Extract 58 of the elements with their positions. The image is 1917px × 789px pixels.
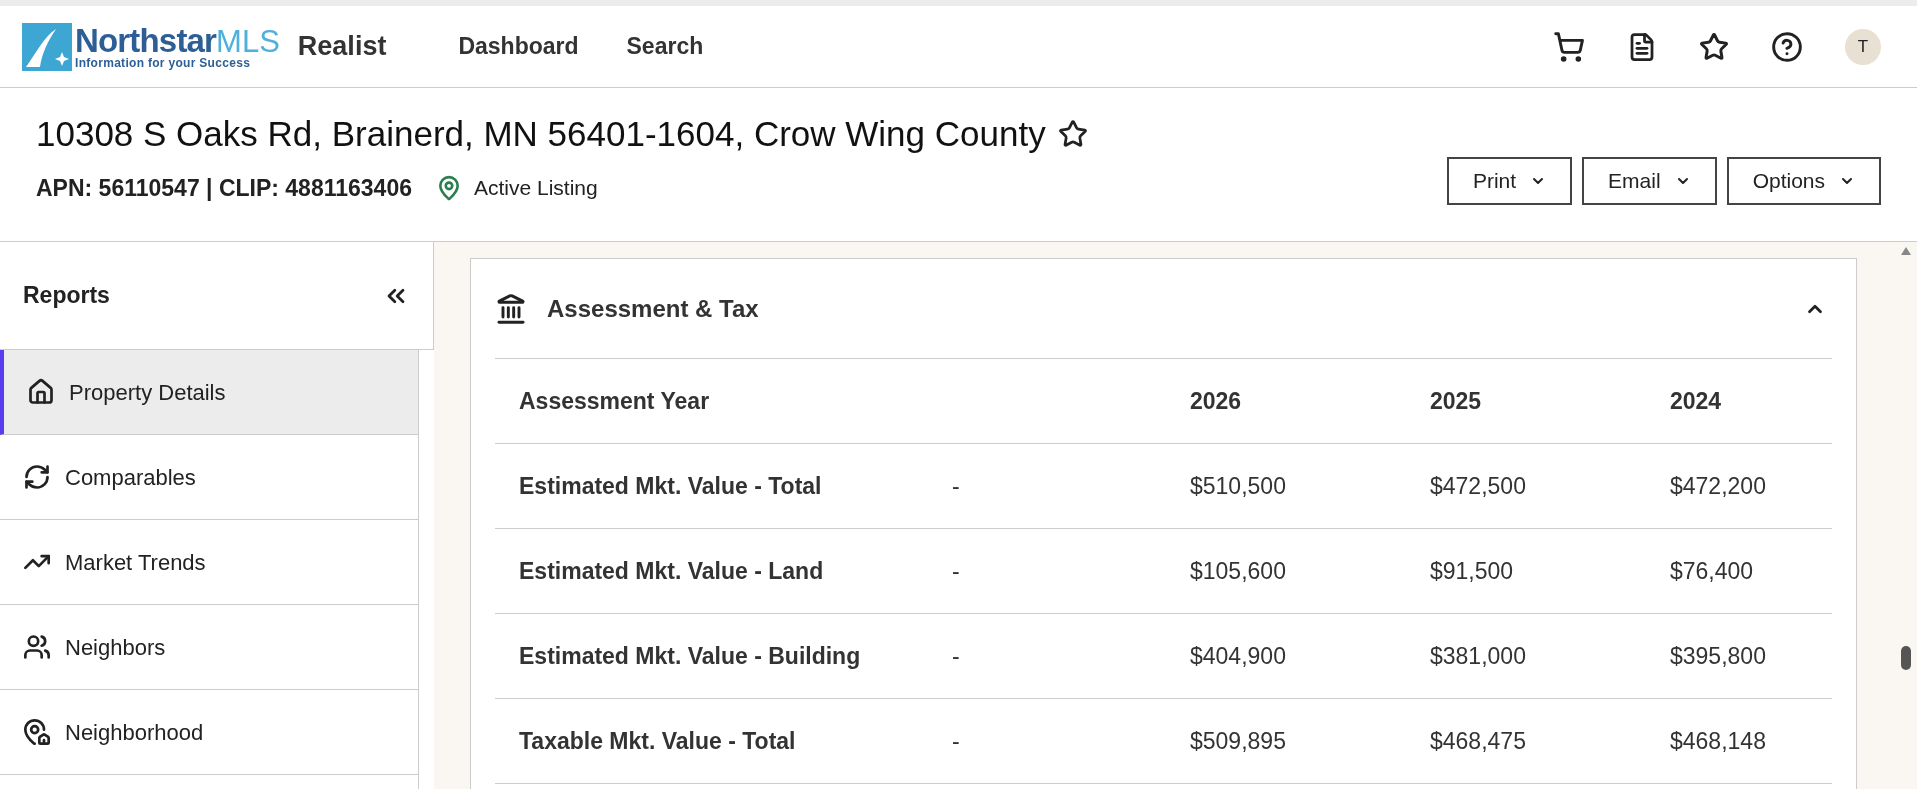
column-header: 2025 — [1430, 386, 1483, 416]
nav-link[interactable]: Search — [626, 29, 704, 64]
dropdown-button[interactable]: Email — [1582, 157, 1717, 205]
location-pin-icon — [23, 718, 51, 746]
table-cell-text: $472,200 — [1670, 471, 1767, 501]
table-cell-text: $468,148 — [1670, 726, 1767, 756]
dropdown-button[interactable]: Options — [1726, 157, 1881, 205]
product-name: Realist — [297, 30, 387, 64]
logo-suffix: MLS — [216, 26, 280, 57]
home-icon — [27, 378, 55, 406]
table-cell-text: $509,895 — [1190, 726, 1287, 756]
nav-link[interactable]: Dashboard — [458, 29, 579, 64]
sidebar-label: Market Trends — [65, 548, 206, 577]
table-cell-text: $404,900 — [1190, 641, 1287, 671]
scrollbar-thumb[interactable] — [1901, 646, 1911, 670]
sidebar-label: Neighborhood — [65, 718, 204, 747]
table-cell-text: $472,500 — [1430, 471, 1527, 501]
location-pin-icon — [436, 174, 462, 201]
cart-icon[interactable] — [1553, 30, 1585, 63]
property-address: 10308 S Oaks Rd, Brainerd, MN 56401-1604, Crow Wing County — [36, 113, 1046, 155]
table-cell-text: $91,500 — [1430, 556, 1515, 586]
row-label: Estimated Mkt. Value - Building — [519, 641, 862, 671]
help-icon[interactable] — [1771, 30, 1803, 63]
table-cell-text: $105,600 — [1190, 556, 1287, 586]
user-avatar[interactable]: T — [1845, 28, 1881, 65]
star-icon[interactable] — [1699, 31, 1729, 62]
section-title: Assessment & Tax — [547, 293, 759, 324]
refresh-icon — [23, 463, 51, 491]
table-cell-text: $510,500 — [1190, 471, 1287, 501]
sidebar-label: Property Details — [69, 378, 226, 407]
table-cell-text: $468,475 — [1430, 726, 1527, 756]
scroll-up-icon[interactable] — [1900, 246, 1912, 256]
property-ids: APN: 56110547 | CLIP: 4881163406 — [36, 173, 412, 203]
column-header: 2024 — [1670, 386, 1723, 416]
column-header: Assessment Year — [519, 386, 711, 416]
logo-tagline: Information for your Success — [75, 57, 252, 69]
row-label: Estimated Mkt. Value - Total — [519, 471, 823, 501]
table-cell-text: - — [952, 726, 961, 756]
sidebar-label: Neighbors — [65, 633, 166, 662]
favorite-star-icon[interactable] — [1057, 119, 1088, 150]
people-icon — [23, 633, 51, 661]
dropdown-button[interactable]: Print — [1446, 157, 1573, 205]
table-cell-text: - — [952, 641, 961, 671]
column-header: 2026 — [1190, 386, 1243, 416]
table-cell-text: $381,000 — [1430, 641, 1527, 671]
table-cell-text: $76,400 — [1670, 556, 1755, 586]
table-cell-text: - — [952, 556, 961, 586]
listing-status: Active Listing — [474, 175, 598, 201]
logo-icon — [22, 22, 72, 71]
row-label: Taxable Mkt. Value - Total — [519, 726, 797, 756]
table-cell-text: $395,800 — [1670, 641, 1767, 671]
sidebar-title: Reports — [23, 281, 110, 311]
sidebar-item[interactable]: Property Details — [0, 350, 418, 435]
bank-icon — [495, 292, 527, 325]
row-label: Estimated Mkt. Value - Land — [519, 556, 825, 586]
sidebar-label: Comparables — [65, 463, 196, 492]
table-cell-text: - — [952, 471, 961, 501]
logo-wordmark: Northstar — [75, 24, 217, 57]
